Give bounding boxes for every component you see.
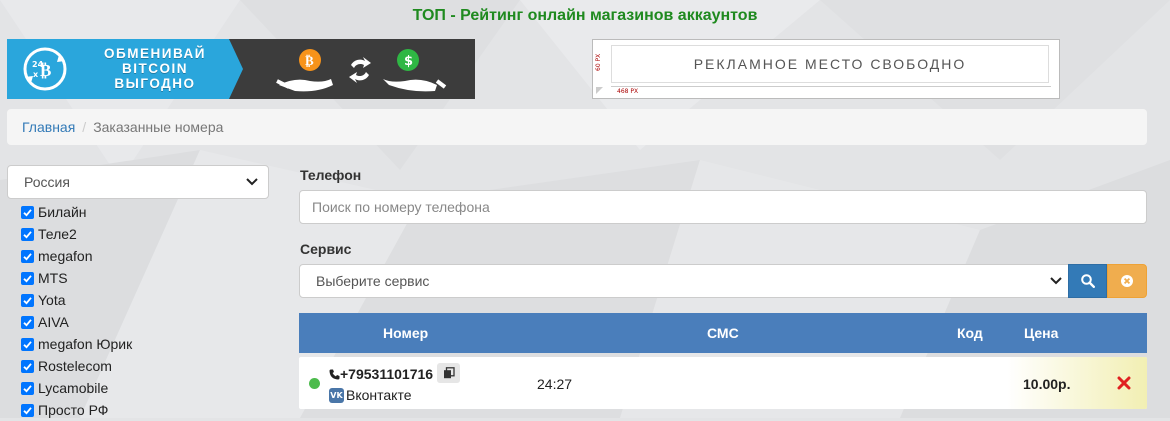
checkmark-icon <box>23 318 32 327</box>
breadcrumb: Главная / Заказанные номера <box>7 109 1147 145</box>
operator-checkbox-item[interactable]: AIVA <box>21 311 271 333</box>
service-name-text: Вконтакте <box>346 387 412 403</box>
chevron-down-icon <box>246 178 258 186</box>
column-header-sms: СМС <box>707 325 739 341</box>
checkbox[interactable] <box>21 249 34 263</box>
operator-label: Билайн <box>38 204 87 220</box>
phone-search-input[interactable] <box>300 191 1146 223</box>
operator-label: Lycamobile <box>38 380 109 396</box>
banner-line: BITCOIN <box>122 61 188 76</box>
banner-line: ОБМЕНИВАЙ <box>104 46 206 61</box>
checkmark-icon <box>23 362 32 371</box>
chevron-down-icon <box>1050 277 1062 285</box>
checkmark-icon <box>23 384 32 393</box>
operator-filter-list: Билайн Теле2 megafon MTS Yota AIVA megafon Юри… <box>21 201 271 421</box>
breadcrumb-current: Заказанные номера <box>93 119 224 135</box>
checkmark-icon <box>23 208 32 217</box>
operator-checkbox-item[interactable]: Yota <box>21 289 271 311</box>
price-value: 10.00р. <box>1023 376 1071 392</box>
column-header-code: Код <box>957 325 983 341</box>
service-label: Сервис <box>300 241 352 257</box>
ad-corner-mark <box>596 87 603 94</box>
svg-text:₿: ₿ <box>40 61 51 81</box>
operator-checkbox-item[interactable]: Lycamobile <box>21 377 271 399</box>
checkbox[interactable] <box>21 227 34 241</box>
operator-label: megafon <box>38 248 93 264</box>
column-header-price: Цена <box>1024 325 1059 341</box>
checkmark-icon <box>23 296 32 305</box>
svg-text:₿: ₿ <box>305 54 314 69</box>
operator-label: Rostelecom <box>38 358 112 374</box>
breadcrumb-home-link[interactable]: Главная <box>22 119 75 135</box>
checkbox[interactable] <box>21 337 34 351</box>
operator-label: AIVA <box>38 314 69 330</box>
phone-label: Телефон <box>300 167 362 183</box>
cancel-order-button[interactable] <box>1115 374 1133 392</box>
search-button[interactable] <box>1068 264 1107 298</box>
checkbox[interactable] <box>21 403 34 417</box>
copy-icon <box>443 367 455 379</box>
sms-timer: 24:27 <box>537 376 573 392</box>
breadcrumb-separator: / <box>82 119 87 135</box>
operator-checkbox-item[interactable]: Rostelecom <box>21 355 271 377</box>
exchange-hands-icon: ₿ $ <box>276 49 447 92</box>
operator-checkbox-item[interactable]: MTS <box>21 267 271 289</box>
column-header-number: Номер <box>383 325 429 341</box>
country-select-value: Россия <box>24 174 70 190</box>
banner-line: ВЫГОДНО <box>114 76 196 91</box>
operator-label: MTS <box>38 270 68 286</box>
table-row: +79531101716 VK Вконтакте 24:27 10.00р. <box>299 357 1147 409</box>
vk-icon: VK <box>329 387 344 403</box>
ad-divider <box>611 86 1051 87</box>
operator-label: Yota <box>38 292 66 308</box>
operator-checkbox-item[interactable]: Билайн <box>21 201 271 223</box>
svg-text:x: x <box>33 70 39 79</box>
ad-size-horizontal: 468 PX <box>617 88 639 95</box>
operator-label: Теле2 <box>38 226 77 242</box>
page-title: ТОП - Рейтинг онлайн магазинов аккаунтов <box>412 7 758 24</box>
ad-text: РЕКЛАМНОЕ МЕСТО СВОБОДНО <box>693 56 967 72</box>
numbers-table-header: Номер СМС Код Цена <box>299 313 1147 353</box>
checkmark-icon <box>23 230 32 239</box>
status-active-indicator <box>309 378 320 389</box>
clear-circle-icon <box>1121 275 1133 287</box>
operator-label: megafon Юрик <box>38 336 133 352</box>
checkmark-icon <box>23 274 32 283</box>
checkbox[interactable] <box>21 271 34 285</box>
checkbox[interactable] <box>21 315 34 329</box>
checkmark-icon <box>23 406 32 415</box>
service-select-value: Выберите сервис <box>316 273 430 289</box>
country-select[interactable]: Россия <box>7 165 269 199</box>
checkbox[interactable] <box>21 293 34 307</box>
service-name: VK Вконтакте <box>329 387 412 403</box>
svg-text:$: $ <box>404 54 413 69</box>
service-select[interactable]: Выберите сервис <box>299 264 1069 298</box>
copy-button[interactable] <box>437 363 460 383</box>
operator-checkbox-item[interactable]: megafon <box>21 245 271 267</box>
operator-checkbox-item[interactable]: Теле2 <box>21 223 271 245</box>
phone-icon <box>329 369 340 379</box>
clear-filter-button[interactable] <box>1107 264 1147 298</box>
banner-text: ОБМЕНИВАЙ BITCOIN ВЫГОДНО <box>85 46 225 91</box>
search-icon <box>1080 274 1095 288</box>
checkmark-icon <box>23 252 32 261</box>
bitcoin-logo-icon: 24 x ₿ <box>23 47 67 91</box>
ad-banner[interactable]: 60 PX РЕКЛАМНОЕ МЕСТО СВОБОДНО 468 PX <box>592 39 1060 99</box>
checkbox[interactable] <box>21 359 34 373</box>
close-icon <box>1117 376 1131 390</box>
phone-number: +79531101716 <box>329 366 433 382</box>
phone-number-text: +79531101716 <box>340 366 434 382</box>
ad-size-vertical: 60 PX <box>595 53 602 71</box>
phone-search-field[interactable] <box>299 190 1147 224</box>
checkbox[interactable] <box>21 205 34 219</box>
operator-checkbox-item[interactable]: megafon Юрик <box>21 333 271 355</box>
checkbox[interactable] <box>21 381 34 395</box>
ad-frame: РЕКЛАМНОЕ МЕСТО СВОБОДНО <box>611 45 1049 83</box>
checkmark-icon <box>23 340 32 349</box>
bitcoin-exchange-banner[interactable]: 24 x ₿ ОБМЕНИВАЙ BITCOIN ВЫГОДНО ₿ $ <box>7 39 475 99</box>
operator-label: Просто РФ <box>38 402 109 418</box>
